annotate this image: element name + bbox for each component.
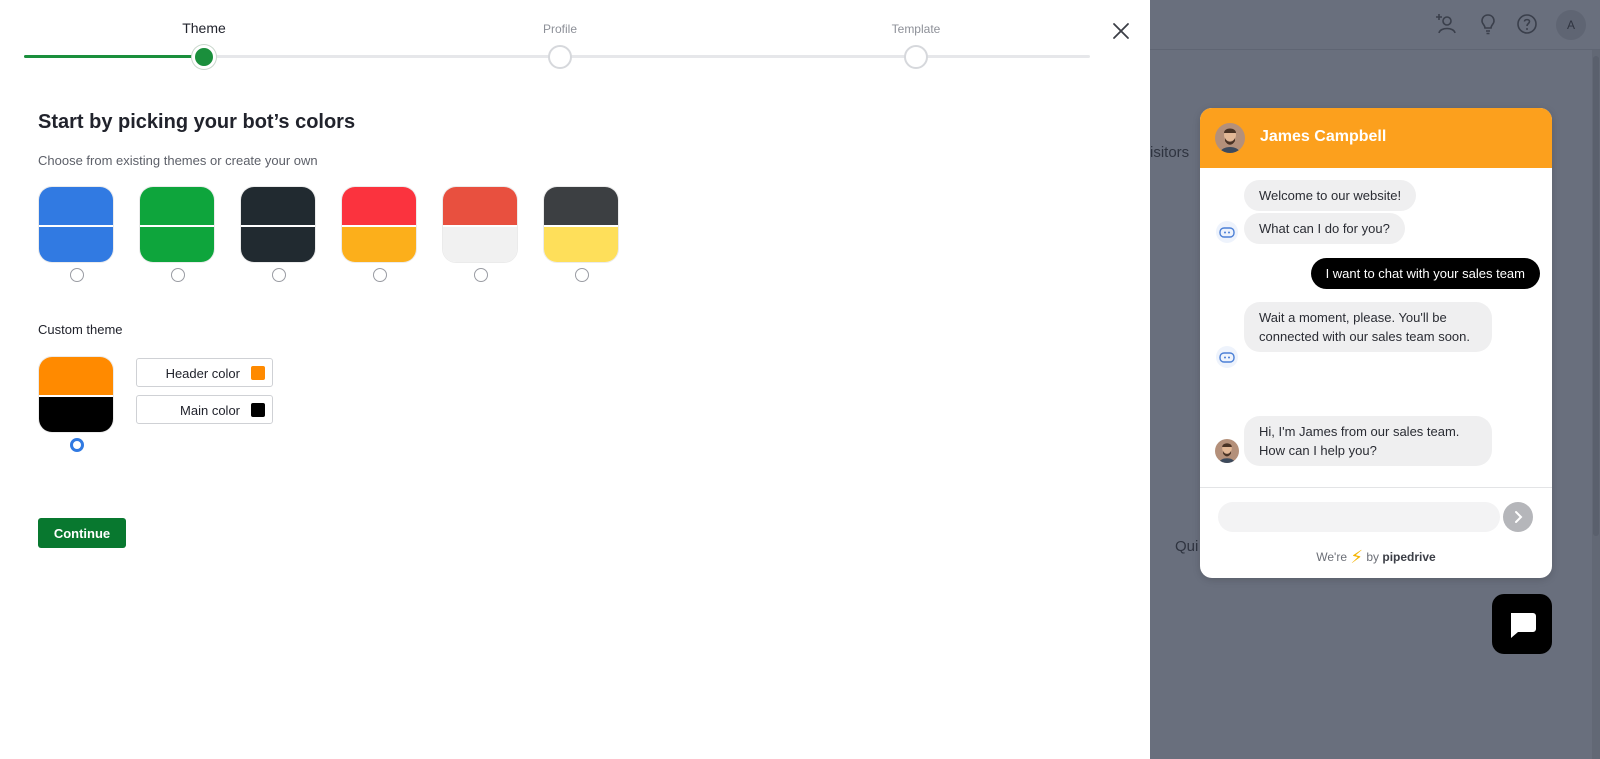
chat-divider xyxy=(1200,487,1552,488)
chevron-right-icon xyxy=(1515,511,1523,523)
theme-header-color xyxy=(241,187,315,225)
step-theme[interactable]: Theme xyxy=(144,0,264,69)
main-color-picker[interactable]: Main color xyxy=(136,395,273,424)
chat-header: James Campbell xyxy=(1200,108,1552,168)
page-subtitle: Choose from existing themes or create yo… xyxy=(38,153,318,168)
page-title: Start by picking your bot’s colors xyxy=(38,111,356,133)
scrollbar[interactable] xyxy=(1592,50,1600,759)
theme-main-color xyxy=(443,227,517,262)
theme-main-color xyxy=(342,227,416,262)
theme-swatch[interactable] xyxy=(543,186,619,263)
theme-main-color xyxy=(544,227,618,262)
bot-message: What can I do for you? xyxy=(1244,213,1405,244)
bot-icon xyxy=(1216,346,1238,368)
theme-main-color xyxy=(241,227,315,262)
send-button[interactable] xyxy=(1503,502,1533,532)
theme-main-color xyxy=(39,227,113,262)
background-text: isitors xyxy=(1150,144,1190,161)
theme-radio[interactable] xyxy=(474,268,488,282)
agent-name: James Campbell xyxy=(1260,128,1387,145)
chat-launcher-button[interactable] xyxy=(1492,594,1552,654)
theme-wizard: Theme Profile Template Start by picking … xyxy=(0,0,1150,759)
step-theme-dot xyxy=(192,45,216,69)
custom-theme-option[interactable] xyxy=(38,356,116,452)
user-avatar[interactable]: A xyxy=(1556,10,1586,40)
chat-message-input[interactable] xyxy=(1218,502,1500,532)
chat-widget-preview: James Campbell Welcome to our website! W… xyxy=(1200,108,1552,578)
agent-avatar xyxy=(1215,123,1245,153)
agent-message: Hi, I'm James from our sales team. How c… xyxy=(1244,416,1492,466)
theme-swatch[interactable] xyxy=(341,186,417,263)
scrollbar-thumb[interactable] xyxy=(1593,56,1599,536)
brand-logo: pipedrive xyxy=(1382,550,1436,564)
theme-swatch[interactable] xyxy=(38,186,114,263)
step-theme-label: Theme xyxy=(182,20,226,36)
step-profile-label: Profile xyxy=(542,22,577,36)
bot-message: Welcome to our website! xyxy=(1244,180,1417,211)
step-progress xyxy=(24,55,204,58)
custom-theme-label: Custom theme xyxy=(38,322,123,337)
continue-button[interactable]: Continue xyxy=(38,518,126,548)
step-template-label: Template xyxy=(891,22,941,36)
powered-prefix: We're xyxy=(1316,550,1348,564)
header-color-picker[interactable]: Header color xyxy=(136,358,273,387)
chat-bubble-icon xyxy=(1511,613,1536,638)
app-topbar: A xyxy=(1150,0,1600,50)
theme-header-color xyxy=(140,187,214,225)
main-color-label: Main color xyxy=(180,403,240,418)
theme-option-dark[interactable] xyxy=(240,186,318,282)
custom-header-color xyxy=(39,357,113,395)
add-user-icon[interactable] xyxy=(1434,12,1458,36)
theme-swatch[interactable] xyxy=(139,186,215,263)
background-text: Qui xyxy=(1175,538,1199,555)
stepper: Theme Profile Template xyxy=(24,0,1090,80)
theme-radio[interactable] xyxy=(171,268,185,282)
theme-main-color xyxy=(140,227,214,262)
theme-option-green[interactable] xyxy=(139,186,217,282)
custom-theme-swatch[interactable] xyxy=(38,356,114,433)
theme-header-color xyxy=(443,187,517,225)
theme-swatch[interactable] xyxy=(442,186,518,263)
header-color-chip xyxy=(251,366,265,380)
powered-by-text: by xyxy=(1366,550,1380,564)
agent-avatar-small xyxy=(1215,439,1239,463)
header-color-label: Header color xyxy=(165,366,240,381)
chat-messages: Welcome to our website! What can I do fo… xyxy=(1200,168,1552,496)
powered-by: We're ⚡ by pipedrive xyxy=(1200,547,1552,568)
theme-swatch[interactable] xyxy=(240,186,316,263)
theme-option-gray-yellow[interactable] xyxy=(543,186,621,282)
bot-icon xyxy=(1216,221,1238,243)
close-icon xyxy=(1113,23,1129,39)
theme-option-blue[interactable] xyxy=(38,186,116,282)
theme-header-color xyxy=(342,187,416,225)
user-message: I want to chat with your sales team xyxy=(1310,258,1540,289)
theme-radio[interactable] xyxy=(575,268,589,282)
theme-radio[interactable] xyxy=(70,268,84,282)
theme-radio[interactable] xyxy=(272,268,286,282)
close-button[interactable] xyxy=(1110,20,1132,42)
custom-main-color xyxy=(39,397,113,432)
theme-header-color xyxy=(39,187,113,225)
theme-radio[interactable] xyxy=(373,268,387,282)
custom-theme-radio[interactable] xyxy=(70,438,84,452)
step-profile-dot xyxy=(548,45,572,69)
lightning-icon: ⚡ xyxy=(1350,547,1363,567)
main-color-chip xyxy=(251,403,265,417)
bot-message: Wait a moment, please. You'll be connect… xyxy=(1244,302,1492,352)
step-profile[interactable]: Profile xyxy=(500,0,620,69)
theme-header-color xyxy=(544,187,618,225)
theme-option-red-light[interactable] xyxy=(442,186,520,282)
lightbulb-icon[interactable] xyxy=(1476,12,1500,36)
step-template[interactable]: Template xyxy=(856,0,976,69)
help-icon[interactable] xyxy=(1515,12,1539,36)
theme-option-red-yellow[interactable] xyxy=(341,186,419,282)
step-template-dot xyxy=(904,45,928,69)
